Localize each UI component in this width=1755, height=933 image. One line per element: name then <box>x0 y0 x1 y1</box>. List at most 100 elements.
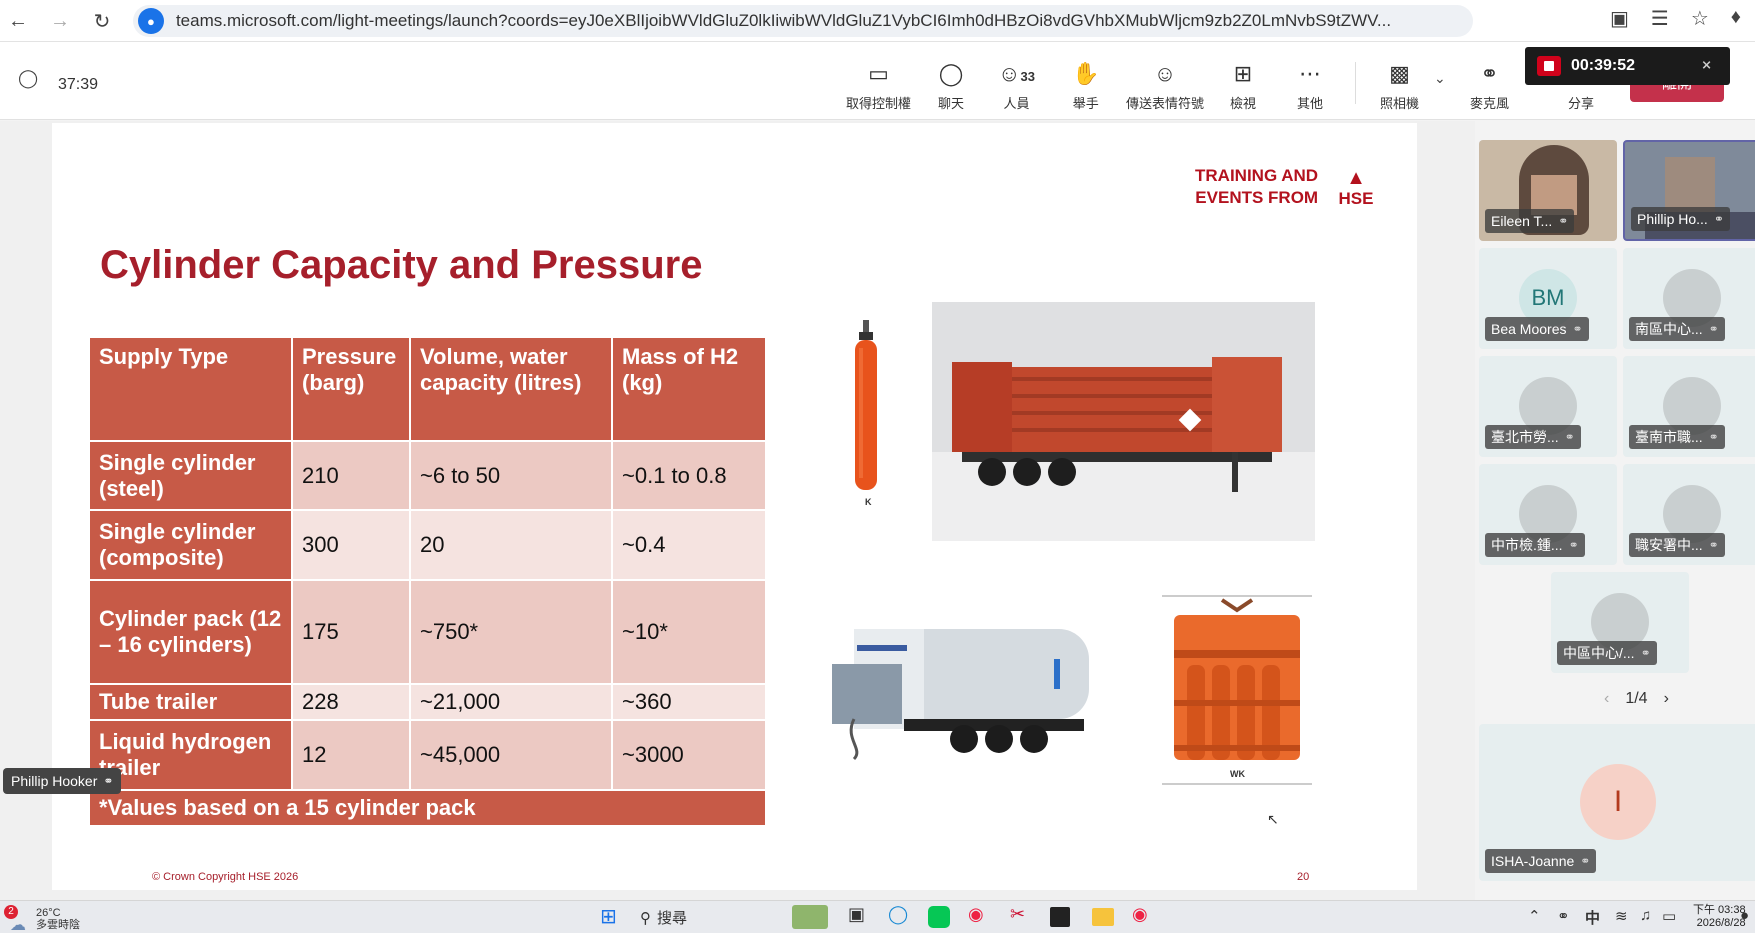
address-bar[interactable]: ● teams.microsoft.com/light-meetings/lau… <box>133 5 1473 37</box>
task-view-icon[interactable]: ▣ <box>848 904 865 925</box>
mouse-cursor-icon: ↖ <box>1267 811 1279 827</box>
file-explorer-icon[interactable] <box>1092 908 1114 926</box>
presenter-name-tag: Phillip Hooker ⚭ <box>3 768 122 794</box>
mic-icon: ⚭ <box>1713 212 1724 226</box>
mic-muted-icon: ⚭ <box>1708 538 1719 552</box>
people-icon: ☺33 <box>998 61 1035 86</box>
table-row: Tube trailer 228 ~21,000 ~360 <box>88 683 767 721</box>
participant-tile[interactable]: 臺北市勞... ⚭ <box>1479 356 1617 457</box>
mic-muted-icon: ⚭ <box>1580 854 1591 868</box>
table-cell: 175 <box>291 579 411 685</box>
raise-hand-icon: ✋ <box>1072 61 1100 86</box>
chevron-up-icon[interactable]: ⌃ <box>1528 907 1541 925</box>
screen-cast-icon[interactable]: ▣ <box>1610 6 1629 31</box>
system-clock[interactable]: 下午 03:38 2026/8/28 <box>1693 904 1746 930</box>
participant-tile[interactable]: 南區中心... ⚭ <box>1623 248 1755 349</box>
line-app-icon[interactable] <box>928 906 950 928</box>
microphone-button[interactable]: ⚭ 麥克風 <box>1470 60 1509 112</box>
volume-icon[interactable]: ♫ <box>1640 907 1651 924</box>
table-cell: ~0.4 <box>611 509 767 581</box>
mic-muted-icon: ⚭ <box>1572 322 1583 336</box>
weather-widget[interactable]: 26°C 多雲時陰 <box>36 907 80 931</box>
table-row: Single cylinder (steel) 210 ~6 to 50 ~0.… <box>88 440 767 511</box>
battery-icon[interactable]: ▭ <box>1662 907 1676 925</box>
camera-options-chevron-icon[interactable]: ⌄ <box>1434 70 1446 87</box>
previous-page-icon[interactable]: ‹ <box>1604 690 1609 708</box>
toolbar-divider <box>1355 62 1356 104</box>
row-label: Single cylinder (composite) <box>88 509 293 581</box>
sticky-notes-icon[interactable] <box>1050 907 1070 927</box>
mute-notifications-icon[interactable]: ⨯ <box>1701 57 1712 73</box>
image-label-wk: WK <box>1230 769 1245 779</box>
chat-icon: ◯ <box>938 61 964 86</box>
table-cell: ~360 <box>611 683 767 721</box>
taskbar-search[interactable]: ⚲ 搜尋 <box>640 907 687 928</box>
bookmark-star-icon[interactable]: ☆ <box>1691 6 1709 31</box>
participant-tile[interactable]: 中區中心/... ⚭ <box>1551 572 1689 673</box>
wifi-icon[interactable]: ≋ <box>1615 907 1628 925</box>
more-icon: ⋯ <box>1299 61 1321 86</box>
view-button[interactable]: ⊞ 檢視 <box>1230 60 1256 112</box>
translate-icon[interactable]: ☰ <box>1651 6 1669 31</box>
slide-title: Cylinder Capacity and Pressure <box>100 243 703 287</box>
people-count: 33 <box>1020 69 1035 84</box>
participant-video-tile[interactable]: Phillip Ho... ⚭ <box>1623 140 1755 241</box>
chrome-icon[interactable]: ◉ <box>968 904 984 925</box>
take-control-button[interactable]: ▭ 取得控制權 <box>846 60 911 112</box>
chrome-icon[interactable]: ◉ <box>1132 904 1148 925</box>
raise-hand-button[interactable]: ✋ 舉手 <box>1072 60 1099 112</box>
share-screen-icon: ▭ <box>868 61 889 86</box>
row-label: Single cylinder (steel) <box>88 440 293 511</box>
table-cell: ~10* <box>611 579 767 685</box>
mic-muted-icon: ⚭ <box>1568 538 1579 552</box>
meeting-elapsed-time: 37:39 <box>58 76 99 93</box>
url-text[interactable]: teams.microsoft.com/light-meetings/launc… <box>176 11 1473 31</box>
single-cylinder-image: K <box>855 320 877 507</box>
table-header-row: Supply Type Pressure (barg) Volume, wate… <box>88 336 767 442</box>
more-button[interactable]: ⋯ 其他 <box>1297 60 1323 112</box>
next-page-icon[interactable]: › <box>1664 690 1669 708</box>
snipping-tool-icon[interactable]: ✂ <box>1010 904 1025 925</box>
edge-icon[interactable]: ◯ <box>888 904 908 925</box>
spotlight-participant-tile[interactable]: I ISHA-Joanne ⚭ <box>1479 724 1755 881</box>
start-menu-icon[interactable]: ⊞ <box>600 904 617 929</box>
recording-time: 00:39:52 <box>1571 57 1636 74</box>
widgets-icon[interactable] <box>792 905 828 929</box>
table-cell: ~45,000 <box>409 719 613 791</box>
people-button[interactable]: ☺33 人員 <box>998 60 1035 112</box>
search-icon: ⚲ <box>640 909 651 927</box>
participant-tile[interactable]: BM Bea Moores ⚭ <box>1479 248 1617 349</box>
participant-tile[interactable]: 職安署中... ⚭ <box>1623 464 1755 565</box>
reload-icon[interactable]: ↻ <box>84 3 120 39</box>
camera-button[interactable]: ▩ 照相機 <box>1380 60 1419 112</box>
stop-recording-icon[interactable] <box>1537 56 1561 76</box>
chat-button[interactable]: ◯ 聊天 <box>938 60 964 112</box>
forward-arrow-icon[interactable]: → <box>42 3 78 39</box>
table-row: Liquid hydrogen trailer 12 ~45,000 ~3000 <box>88 719 767 791</box>
participant-video-tile[interactable]: Eileen T... ⚭ <box>1479 140 1617 241</box>
microphone-tray-icon[interactable]: ⚭ <box>1557 907 1570 925</box>
mic-indicator-icon[interactable]: ● <box>138 8 164 34</box>
image-label-k: K <box>865 497 872 507</box>
participant-tile[interactable]: 中市檢.鍾... ⚭ <box>1479 464 1617 565</box>
send-reaction-button[interactable]: ☺ 傳送表情符號 <box>1126 60 1204 112</box>
table-cell: ~3000 <box>611 719 767 791</box>
mic-muted-icon: ⚭ <box>1708 322 1719 336</box>
table-cell: ~21,000 <box>409 683 613 721</box>
mic-icon: ⚭ <box>1558 214 1569 228</box>
back-arrow-icon[interactable]: ← <box>0 3 36 39</box>
gallery-pager: ‹ 1/4 › <box>1604 690 1669 708</box>
table-cell: ~0.1 to 0.8 <box>611 440 767 511</box>
weather-icon[interactable]: 2 ☁ <box>4 903 34 933</box>
presentation-slide: TRAINING AND EVENTS FROM ▲ HSE Cylinder … <box>52 123 1417 890</box>
participant-tile[interactable]: 臺南市職... ⚭ <box>1623 356 1755 457</box>
extensions-icon[interactable]: ♦ <box>1731 6 1741 31</box>
table-note: *Values based on a 15 cylinder pack <box>88 789 767 827</box>
input-method-indicator[interactable]: 中 <box>1585 907 1600 928</box>
table-cell: ~6 to 50 <box>409 440 613 511</box>
notification-bell-icon[interactable]: ● <box>1740 907 1749 924</box>
mic-muted-icon: ⚭ <box>1708 430 1719 444</box>
table-cell: 300 <box>291 509 411 581</box>
slide-page-number: 20 <box>1297 871 1310 883</box>
camera-off-icon: ▩ <box>1389 61 1410 86</box>
